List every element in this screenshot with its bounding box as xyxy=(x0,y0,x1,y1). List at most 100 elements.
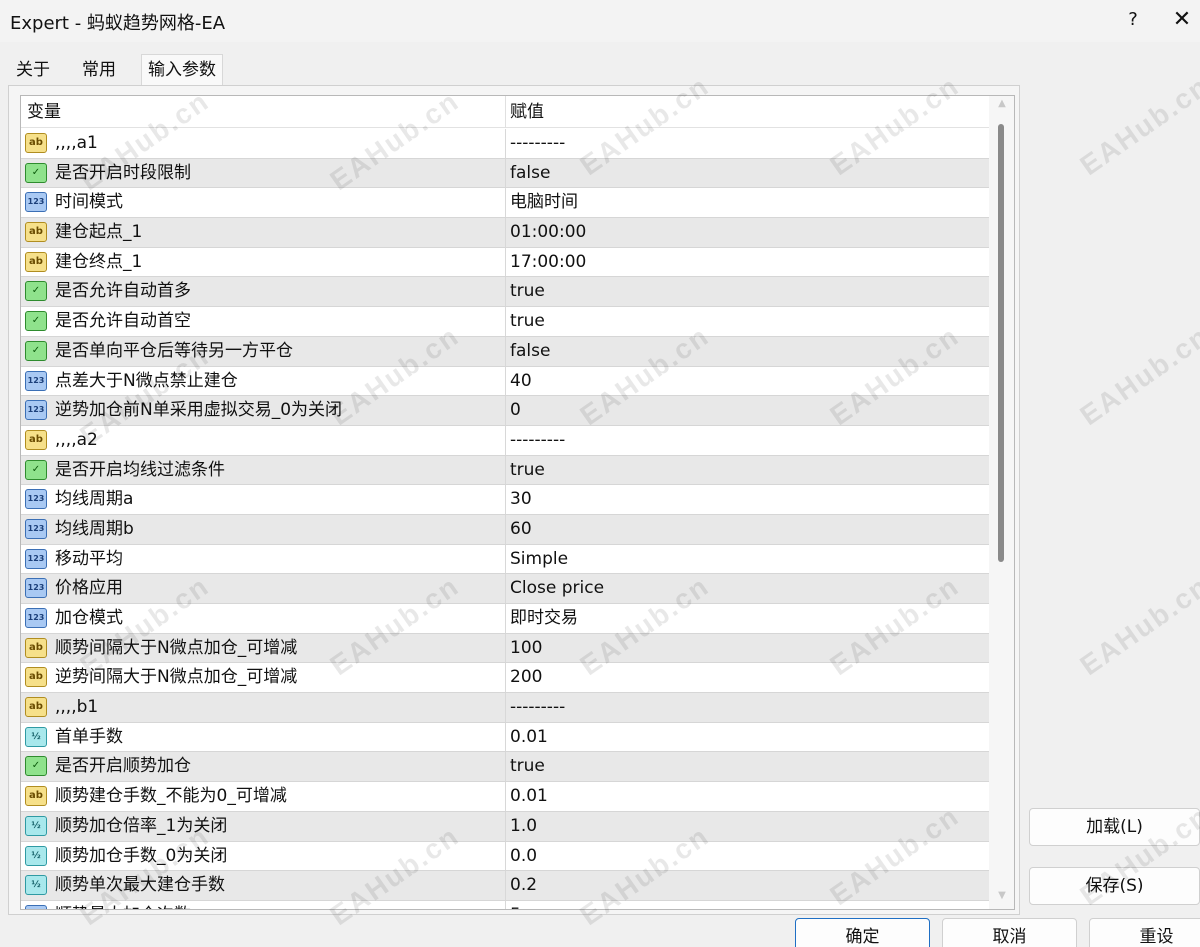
row-value-cell[interactable]: Simple xyxy=(510,545,568,574)
row-variable-name: 移动平均 xyxy=(55,548,123,569)
table-row[interactable]: 123 移动平均 Simple xyxy=(21,544,989,575)
row-value-cell[interactable]: 0 xyxy=(510,396,521,425)
tab-common[interactable]: 常用 xyxy=(76,55,122,86)
double-icon: ½ xyxy=(25,845,47,866)
grid-rows: ab ,,,,a1 --------- ✓ 是否开启时段限制 false 123 时间模式 电脑… xyxy=(21,129,989,909)
scroll-down-arrow-icon[interactable]: ▼ xyxy=(995,890,1009,902)
header-variable[interactable]: 变量 xyxy=(27,96,61,128)
column-divider xyxy=(505,574,506,603)
table-row[interactable]: ab 建仓起点_1 01:00:00 xyxy=(21,218,989,248)
row-variable-name: 均线周期b xyxy=(55,518,134,539)
title-bar: Expert - 蚂蚁趋势网格-EA ? ✕ xyxy=(0,0,1200,42)
row-value-cell[interactable]: 40 xyxy=(510,367,532,396)
row-value-cell[interactable]: 0.2 xyxy=(510,871,537,900)
row-value-cell[interactable]: --------- xyxy=(510,129,565,158)
row-variable-name: 是否单向平仓后等待另一方平仓 xyxy=(55,340,293,361)
row-value-cell[interactable]: Close price xyxy=(510,574,604,603)
row-value-cell[interactable]: false xyxy=(510,159,550,188)
table-row[interactable]: 123 逆势加仓前N单采用虚拟交易_0为关闭 0 xyxy=(21,396,989,426)
row-value-cell[interactable]: 即时交易 xyxy=(510,604,578,633)
int-icon: 123 xyxy=(25,518,47,539)
row-value-cell[interactable]: true xyxy=(510,307,545,336)
close-button[interactable]: ✕ xyxy=(1168,6,1196,34)
row-value-cell[interactable]: 30 xyxy=(510,485,532,514)
table-row[interactable]: 123 顺势最大加仓次数 5 xyxy=(21,900,989,909)
table-row[interactable]: ab ,,,,b1 --------- xyxy=(21,693,989,723)
double-icon: ½ xyxy=(25,726,47,747)
row-value-cell[interactable]: 60 xyxy=(510,515,532,544)
row-variable-name: 均线周期a xyxy=(55,489,134,510)
tab-inputs[interactable]: 输入参数 xyxy=(141,54,223,86)
int-icon: 123 xyxy=(25,578,47,599)
reset-button[interactable]: 重设 xyxy=(1089,918,1200,947)
int-icon: 123 xyxy=(25,400,47,421)
table-row[interactable]: 123 加仓模式 即时交易 xyxy=(21,604,989,634)
save-button[interactable]: 保存(S) xyxy=(1029,867,1200,905)
row-value-cell[interactable]: true xyxy=(510,752,545,781)
double-icon: ½ xyxy=(25,875,47,896)
table-row[interactable]: ✓ 是否允许自动首空 true xyxy=(21,307,989,337)
table-row[interactable]: 123 价格应用 Close price xyxy=(21,574,989,604)
scroll-thumb[interactable] xyxy=(998,124,1004,562)
row-variable-name: 是否允许自动首多 xyxy=(55,281,191,302)
row-variable-name: ,,,,b1 xyxy=(55,697,99,718)
row-value-cell[interactable]: 5 xyxy=(510,901,521,909)
header-divider[interactable] xyxy=(505,96,506,128)
table-row[interactable]: ab 顺势建仓手数_不能为0_可增减 0.01 xyxy=(21,782,989,812)
table-row[interactable]: ab 逆势间隔大于N微点加仓_可增减 200 xyxy=(21,663,989,694)
column-divider xyxy=(505,544,506,574)
row-value-cell[interactable]: 17:00:00 xyxy=(510,248,586,277)
row-value-cell[interactable]: true xyxy=(510,277,545,306)
cancel-button[interactable]: 取消 xyxy=(942,918,1077,947)
bool-icon: ✓ xyxy=(25,340,47,361)
ok-button[interactable]: 确定 xyxy=(795,918,930,947)
column-divider xyxy=(505,485,506,514)
table-row[interactable]: ½ 首单手数 0.01 xyxy=(21,722,989,753)
table-row[interactable]: ½ 顺势单次最大建仓手数 0.2 xyxy=(21,871,989,901)
table-row[interactable]: ½ 顺势加仓手数_0为关闭 0.0 xyxy=(21,841,989,872)
table-row[interactable]: ✓ 是否允许自动首多 true xyxy=(21,277,989,308)
row-value-cell[interactable]: 0.01 xyxy=(510,782,548,811)
row-value-cell[interactable]: 01:00:00 xyxy=(510,218,586,247)
row-value-cell[interactable]: 电脑时间 xyxy=(510,188,578,217)
table-row[interactable]: ✓ 是否单向平仓后等待另一方平仓 false xyxy=(21,336,989,367)
load-button[interactable]: 加载(L) xyxy=(1029,808,1200,846)
table-row[interactable]: 123 均线周期b 60 xyxy=(21,514,989,545)
table-row[interactable]: ½ 顺势加仓倍率_1为关闭 1.0 xyxy=(21,811,989,842)
tab-about[interactable]: 关于 xyxy=(10,55,56,86)
watermark-text: EAHub.cn xyxy=(1074,319,1200,432)
row-variable-name: 是否开启时段限制 xyxy=(55,162,191,183)
row-value-cell[interactable]: false xyxy=(510,337,550,366)
table-row[interactable]: ab 顺势间隔大于N微点加仓_可增减 100 xyxy=(21,633,989,664)
grid-header: 变量 赋值 xyxy=(21,96,989,128)
header-value[interactable]: 赋值 xyxy=(510,96,544,128)
row-value-cell[interactable]: 0.01 xyxy=(510,723,548,752)
table-row[interactable]: ✓ 是否开启时段限制 false xyxy=(21,158,989,189)
table-row[interactable]: ✓ 是否开启均线过滤条件 true xyxy=(21,455,989,486)
column-divider xyxy=(505,722,506,752)
bool-icon: ✓ xyxy=(25,162,47,183)
row-value-cell[interactable]: --------- xyxy=(510,426,565,455)
row-value-cell[interactable]: true xyxy=(510,456,545,485)
string-icon: ab xyxy=(25,222,47,243)
help-button[interactable]: ? xyxy=(1120,6,1146,34)
row-value-cell[interactable]: 1.0 xyxy=(510,812,537,841)
column-divider xyxy=(505,900,506,909)
table-row[interactable]: ab ,,,,a1 --------- xyxy=(21,129,989,159)
row-value-cell[interactable]: 100 xyxy=(510,634,542,663)
column-divider xyxy=(505,663,506,693)
table-row[interactable]: ✓ 是否开启顺势加仓 true xyxy=(21,752,989,783)
table-row[interactable]: ab 建仓终点_1 17:00:00 xyxy=(21,247,989,278)
row-value-cell[interactable]: 200 xyxy=(510,663,542,692)
table-row[interactable]: 123 点差大于N微点禁止建仓 40 xyxy=(21,366,989,397)
scroll-up-arrow-icon[interactable]: ▲ xyxy=(995,98,1009,110)
vertical-scrollbar[interactable]: ▲ ▼ xyxy=(989,96,1014,909)
string-icon: ab xyxy=(25,786,47,807)
row-value-cell[interactable]: 0.0 xyxy=(510,842,537,871)
column-divider xyxy=(505,604,506,633)
table-row[interactable]: 123 均线周期a 30 xyxy=(21,485,989,515)
table-row[interactable]: 123 时间模式 电脑时间 xyxy=(21,188,989,219)
row-value-cell[interactable]: --------- xyxy=(510,693,565,722)
table-row[interactable]: ab ,,,,a2 --------- xyxy=(21,425,989,456)
window-title: Expert - 蚂蚁趋势网格-EA xyxy=(10,13,226,34)
